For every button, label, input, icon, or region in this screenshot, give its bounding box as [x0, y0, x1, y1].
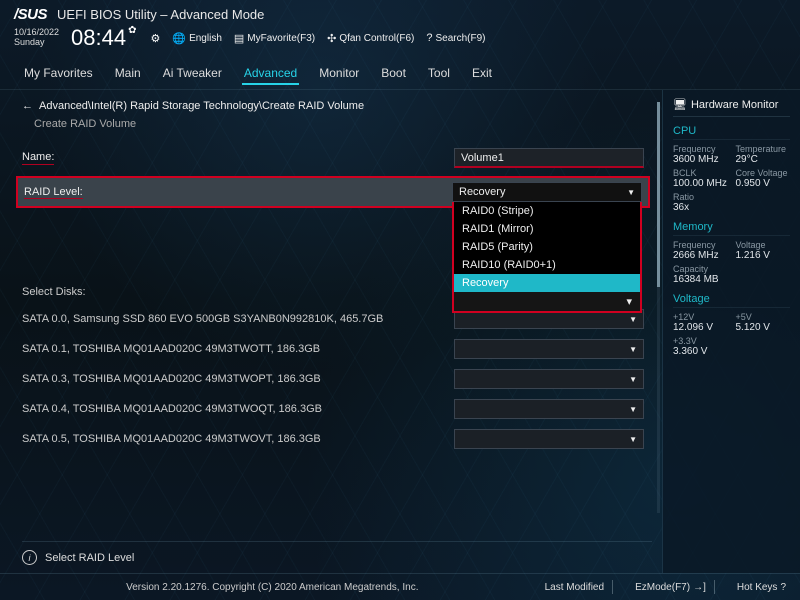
brand-logo: /SUS — [14, 6, 47, 23]
tab-exit[interactable]: Exit — [470, 63, 494, 85]
search-button[interactable]: ?Search(F9) — [426, 32, 485, 44]
dropdown-arrow[interactable]: ▾ — [454, 292, 640, 311]
settings-icon[interactable]: ⚙ — [151, 32, 161, 45]
hardware-monitor-panel: 🖥Hardware Monitor CPU Frequency3600 MHzT… — [662, 90, 800, 573]
raid-level-label: RAID Level: — [24, 186, 83, 199]
disk-2-select[interactable]: ▼ — [454, 369, 644, 389]
tab-tool[interactable]: Tool — [426, 63, 452, 85]
monitor-icon: 🖥 — [673, 98, 687, 111]
raid-option-1[interactable]: RAID1 (Mirror) — [454, 220, 640, 238]
clock-display: 08:44✿ — [71, 25, 136, 51]
tab-myfavorites[interactable]: My Favorites — [22, 63, 95, 85]
disk-4-select[interactable]: ▼ — [454, 429, 644, 449]
tab-boot[interactable]: Boot — [379, 63, 408, 85]
raid-option-0[interactable]: RAID0 (Stripe) — [454, 202, 640, 220]
disk-3: SATA 0.4, TOSHIBA MQ01AAD020C 49M3TWOQT,… — [22, 403, 322, 415]
main-tabs: My Favorites Main Ai Tweaker Advanced Mo… — [0, 57, 800, 90]
language-button[interactable]: 🌐English — [172, 32, 222, 45]
raid-level-select[interactable]: Recovery▼ — [452, 182, 642, 202]
favorite-icon: ▤ — [234, 32, 244, 45]
breadcrumb[interactable]: ← Advanced\Intel(R) Rapid Storage Techno… — [22, 100, 644, 112]
search-icon: ? — [426, 32, 432, 44]
help-icon: ? — [780, 582, 786, 593]
disk-1-select[interactable]: ▼ — [454, 339, 644, 359]
tab-main[interactable]: Main — [113, 63, 143, 85]
raid-option-3[interactable]: RAID10 (RAID0+1) — [454, 256, 640, 274]
disk-2: SATA 0.3, TOSHIBA MQ01AAD020C 49M3TWOPT,… — [22, 373, 321, 385]
disk-0: SATA 0.0, Samsung SSD 860 EVO 500GB S3YA… — [22, 313, 383, 325]
fan-icon: ✣ — [327, 32, 336, 45]
disk-3-select[interactable]: ▼ — [454, 399, 644, 419]
tab-monitor[interactable]: Monitor — [317, 63, 361, 85]
page-subtitle: Create RAID Volume — [34, 118, 644, 130]
chevron-down-icon: ▼ — [627, 188, 635, 197]
exit-icon: →] — [693, 582, 706, 593]
raid-level-dropdown: RAID0 (Stripe) RAID1 (Mirror) RAID5 (Par… — [452, 202, 642, 313]
globe-icon: 🌐 — [172, 32, 186, 45]
disk-4: SATA 0.5, TOSHIBA MQ01AAD020C 49M3TWOVT,… — [22, 433, 321, 445]
tab-advanced[interactable]: Advanced — [242, 63, 299, 85]
hotkeys-button[interactable]: Hot Keys? — [737, 582, 786, 593]
ezmode-button[interactable]: EzMode(F7)→] — [635, 582, 706, 593]
window-title: UEFI BIOS Utility – Advanced Mode — [57, 7, 264, 22]
tab-aitweaker[interactable]: Ai Tweaker — [161, 63, 224, 85]
disk-1: SATA 0.1, TOSHIBA MQ01AAD020C 49M3TWOTT,… — [22, 343, 320, 355]
date-display: 10/16/2022Sunday — [14, 28, 59, 48]
raid-option-4[interactable]: Recovery — [454, 274, 640, 292]
qfan-button[interactable]: ✣Qfan Control(F6) — [327, 32, 414, 45]
name-label: Name: — [22, 151, 54, 165]
myfavorite-button[interactable]: ▤MyFavorite(F3) — [234, 32, 315, 45]
version-text: Version 2.20.1276. Copyright (C) 2020 Am… — [14, 582, 531, 593]
info-icon: i — [22, 550, 37, 565]
scrollbar[interactable] — [657, 102, 660, 513]
volume-name-input[interactable] — [454, 148, 644, 168]
raid-option-2[interactable]: RAID5 (Parity) — [454, 238, 640, 256]
help-text: Select RAID Level — [45, 552, 134, 564]
back-arrow-icon[interactable]: ← — [22, 100, 33, 112]
last-modified-button[interactable]: Last Modified — [545, 582, 604, 593]
